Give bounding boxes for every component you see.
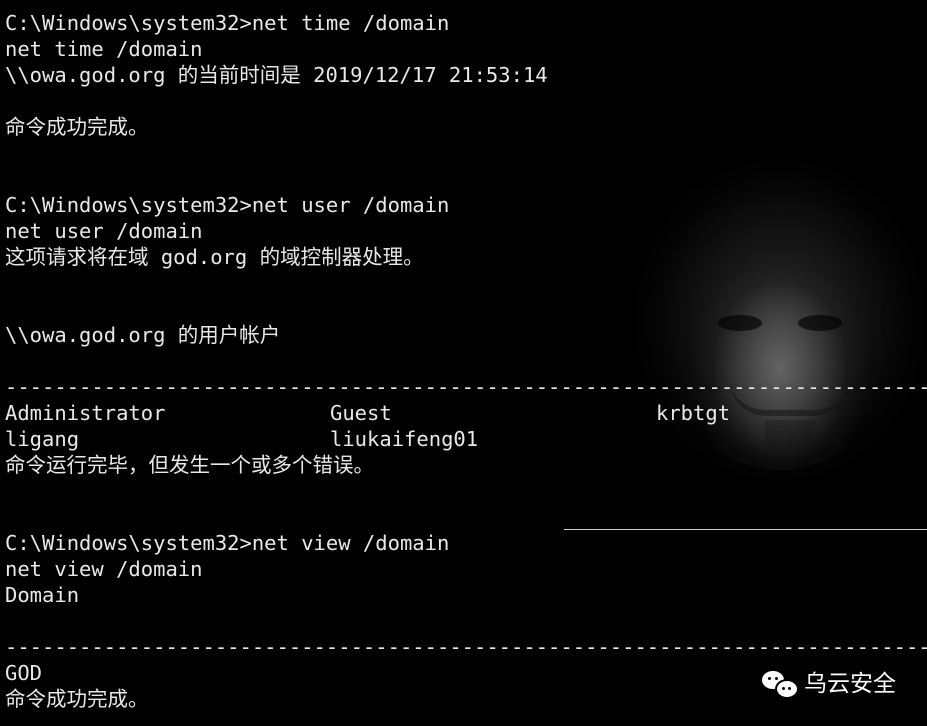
- hood-shape: [560, 150, 927, 530]
- account-cell: Administrator: [5, 401, 166, 425]
- separator-line: ----------------------------------------…: [5, 375, 927, 399]
- wechat-bubble-small: [775, 679, 799, 699]
- watermark: 乌云安全: [762, 666, 896, 702]
- command-prompt-line: C:\Windows\system32>net user /domain: [5, 193, 450, 217]
- command-echo-line: net view /domain: [5, 557, 203, 581]
- accounts-header-line: \\owa.god.org 的用户帐户: [5, 323, 281, 347]
- mask-eye-right: [798, 315, 842, 331]
- watermark-text: 乌云安全: [804, 671, 896, 697]
- mask-chin: [765, 420, 815, 460]
- separator-line: ----------------------------------------…: [5, 635, 927, 659]
- domain-header-line: Domain: [5, 583, 80, 607]
- account-cell: liukaifeng01: [330, 427, 479, 451]
- account-cell: krbtgt: [656, 401, 731, 425]
- mask-eye-left: [718, 315, 762, 331]
- command-prompt-line: C:\Windows\system32>net time /domain: [5, 11, 450, 35]
- status-line: 命令成功完成。: [5, 687, 149, 711]
- account-cell: Guest: [330, 401, 392, 425]
- mask-face: [670, 250, 890, 470]
- domain-name-line: GOD: [5, 661, 43, 685]
- time-result-line: \\owa.god.org 的当前时间是 2019/12/17 21:53:14: [5, 63, 548, 87]
- command-echo-line: net time /domain: [5, 37, 203, 61]
- hooded-mask-background-image: [560, 150, 927, 530]
- command-prompt-line: C:\Windows\system32>net view /domain: [5, 531, 450, 555]
- status-line: 命令运行完毕，但发生一个或多个错误。: [5, 453, 374, 477]
- image-border-line: [564, 529, 927, 530]
- wechat-icon: [762, 669, 799, 699]
- command-echo-line: net user /domain: [5, 219, 203, 243]
- status-line: 命令成功完成。: [5, 115, 149, 139]
- info-line: 这项请求将在域 god.org 的域控制器处理。: [5, 245, 424, 269]
- account-cell: ligang: [5, 427, 80, 451]
- terminal-window[interactable]: C:\Windows\system32>net time /domain net…: [0, 0, 927, 726]
